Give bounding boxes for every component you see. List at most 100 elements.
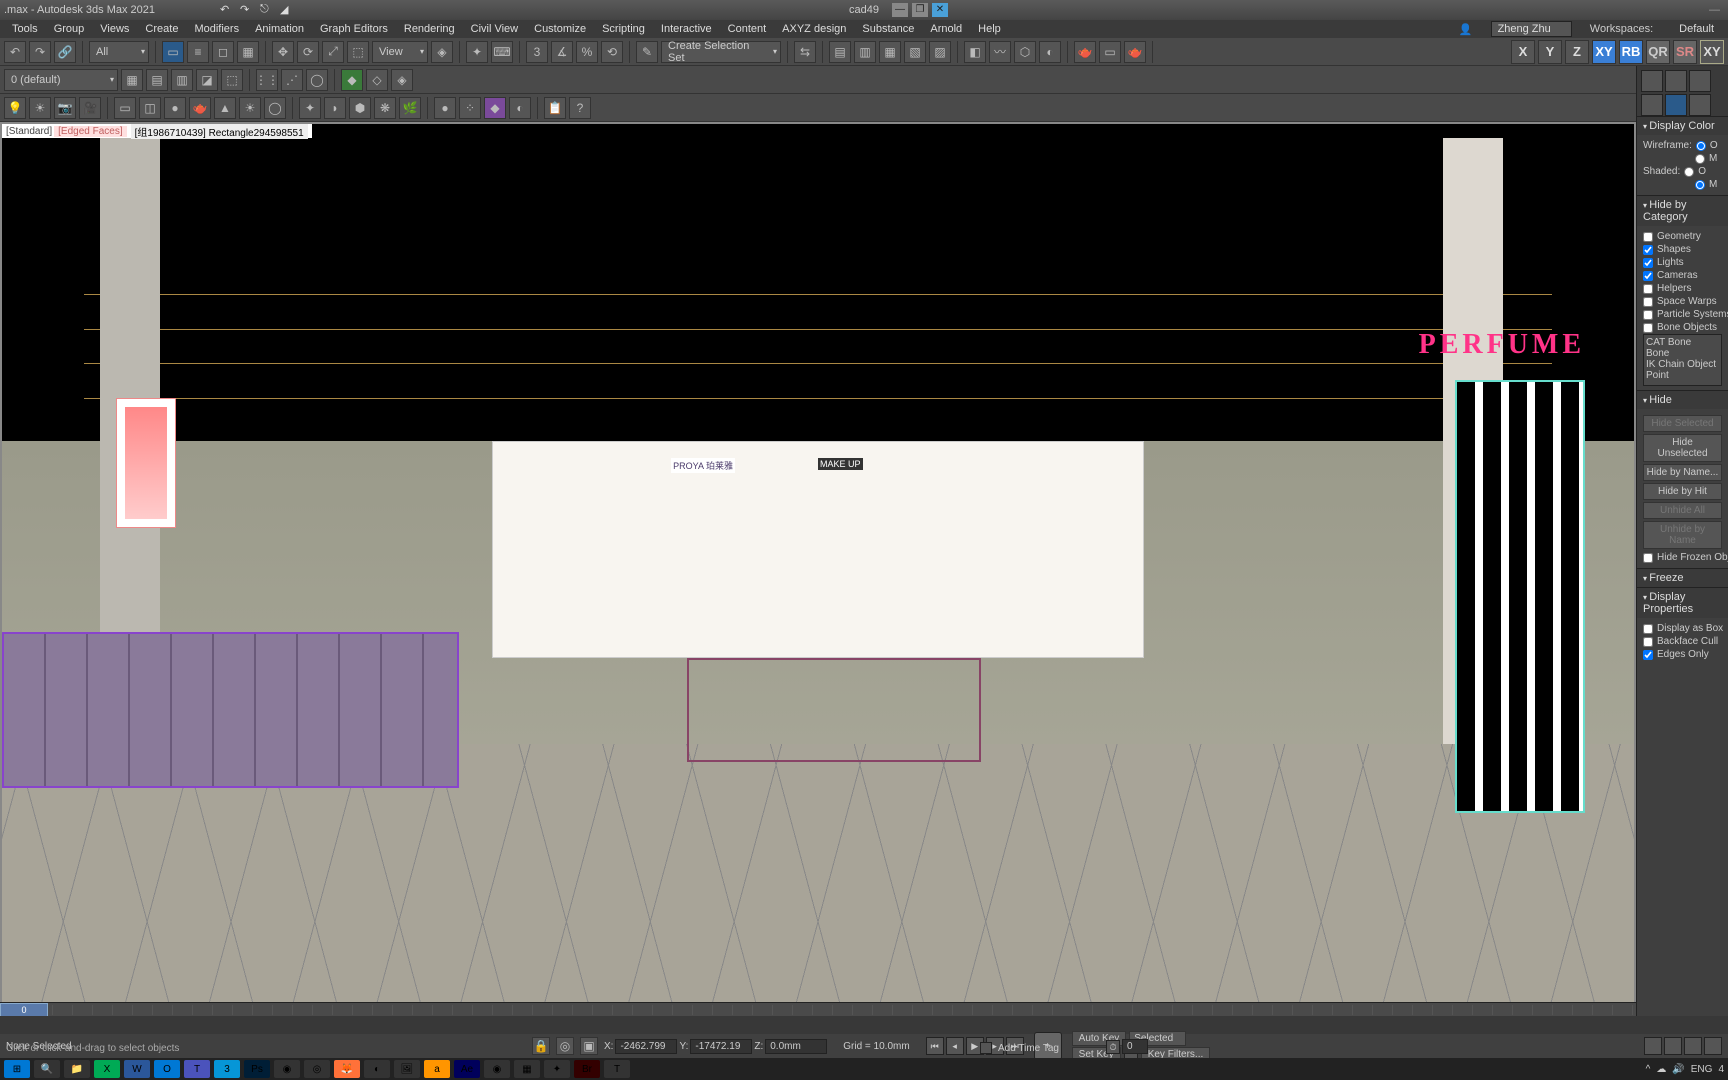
tray-chevron-icon[interactable]: ^ — [1646, 1064, 1651, 1075]
cb-bones[interactable] — [1643, 323, 1653, 333]
task-word-icon[interactable]: W — [124, 1060, 150, 1078]
schematic-button[interactable]: ⬡ — [1014, 41, 1036, 63]
prim-sun[interactable]: ☀ — [239, 97, 261, 119]
render-frame-button[interactable]: ▭ — [1099, 41, 1121, 63]
tab-motion-icon[interactable] — [1641, 94, 1663, 116]
qat-link-icon[interactable]: ⎋ — [260, 3, 274, 17]
menu-tools[interactable]: Tools — [4, 21, 46, 37]
menu-interactive[interactable]: Interactive — [653, 21, 720, 37]
menu-help[interactable]: Help — [970, 21, 1009, 37]
coord-z-value[interactable]: 0.0mm — [765, 1039, 827, 1054]
rotate-button[interactable]: ⟳ — [297, 41, 319, 63]
hide-by-name-button[interactable]: Hide by Name... — [1643, 464, 1722, 481]
link-button[interactable]: 🔗 — [54, 41, 76, 63]
task-ae-icon[interactable]: Ae — [454, 1060, 480, 1078]
align5-button[interactable]: ▨ — [929, 41, 951, 63]
pan-icon[interactable] — [1644, 1037, 1662, 1055]
iso-selection-icon[interactable]: ◎ — [556, 1037, 574, 1055]
cb-lights[interactable] — [1643, 258, 1653, 268]
task-firefox-icon[interactable]: 🦊 — [334, 1060, 360, 1078]
axis-y-button[interactable]: Y — [1538, 40, 1562, 64]
extra10[interactable]: 📋 — [544, 97, 566, 119]
task-app7-icon[interactable]: ✦ — [544, 1060, 570, 1078]
workspaces-dropdown[interactable]: Default — [1671, 21, 1722, 37]
snap-btn1[interactable]: ◆ — [341, 69, 363, 91]
qat-redo-icon[interactable]: ↷ — [240, 3, 254, 17]
extra2[interactable]: ◗ — [324, 97, 346, 119]
prim-teapot[interactable]: 🫖 — [189, 97, 211, 119]
layer-dropdown[interactable]: 0 (default) — [4, 69, 118, 91]
wireframe-obj-radio[interactable] — [1696, 141, 1706, 151]
menu-create[interactable]: Create — [137, 21, 186, 37]
layer-btn1[interactable]: ▦ — [121, 69, 143, 91]
menu-animation[interactable]: Animation — [247, 21, 312, 37]
menu-rendering[interactable]: Rendering — [396, 21, 463, 37]
menu-modifiers[interactable]: Modifiers — [186, 21, 247, 37]
coord-x-value[interactable]: -2462.799 — [615, 1039, 677, 1054]
spinner-snap-button[interactable]: ⟲ — [601, 41, 623, 63]
tray-time[interactable]: 4 — [1718, 1064, 1724, 1075]
qat-signal-icon[interactable]: ◢ — [280, 3, 294, 17]
start-button[interactable]: ⊞ — [4, 1060, 30, 1078]
goto-start-icon[interactable]: ⏮ — [926, 1037, 944, 1055]
scale-button[interactable]: ⤢ — [322, 41, 344, 63]
keyboard-shortcut-button[interactable]: ⌨ — [491, 41, 513, 63]
cb-display-as-box[interactable] — [1643, 624, 1653, 634]
axis-rb-button[interactable]: RB — [1619, 40, 1643, 64]
rect-region-button[interactable]: ◻ — [212, 41, 234, 63]
viewport-shading-label[interactable]: [Edged Faces] — [54, 126, 126, 137]
hide-selected-button[interactable]: Hide Selected — [1643, 415, 1722, 432]
track-bar[interactable] — [0, 1016, 1728, 1034]
render-setup-button[interactable]: 🫖 — [1074, 41, 1096, 63]
edit-named-sel-button[interactable]: ✎ — [636, 41, 658, 63]
time-tag-icon[interactable] — [980, 1042, 992, 1054]
menu-axyz[interactable]: AXYZ design — [774, 21, 854, 37]
wireframe-mat-radio[interactable] — [1695, 154, 1705, 164]
window-crossing-button[interactable]: ▦ — [237, 41, 259, 63]
rollout-hide[interactable]: Hide — [1637, 390, 1728, 409]
task-app2-icon[interactable]: ◎ — [304, 1060, 330, 1078]
prim-plane[interactable]: ▭ — [114, 97, 136, 119]
task-app4-icon[interactable]: 🖼 — [394, 1060, 420, 1078]
task-excel-icon[interactable]: X — [94, 1060, 120, 1078]
task-search-icon[interactable]: 🔍 — [34, 1060, 60, 1078]
menu-graph-editors[interactable]: Graph Editors — [312, 21, 396, 37]
align3-button[interactable]: ▦ — [879, 41, 901, 63]
light-btn1[interactable]: 💡 — [4, 97, 26, 119]
cb-edges-only[interactable] — [1643, 650, 1653, 660]
orbit-icon[interactable] — [1684, 1037, 1702, 1055]
task-3dsmax-icon[interactable]: 3 — [214, 1060, 240, 1078]
extra9[interactable]: ◐ — [509, 97, 531, 119]
task-br-icon[interactable]: Br — [574, 1060, 600, 1078]
prim-cone[interactable]: ▲ — [214, 97, 236, 119]
axis-qr-button[interactable]: QR — [1646, 40, 1670, 64]
category-list[interactable]: CAT Bone Bone IK Chain Object Point — [1643, 334, 1722, 386]
angle-snap-button[interactable]: ∡ — [551, 41, 573, 63]
move-button[interactable]: ✥ — [272, 41, 294, 63]
menu-civil-view[interactable]: Civil View — [463, 21, 526, 37]
rollout-display-properties[interactable]: Display Properties — [1637, 587, 1728, 618]
layer-btn4[interactable]: ◪ — [196, 69, 218, 91]
layer-btn3[interactable]: ▥ — [171, 69, 193, 91]
cb-helpers[interactable] — [1643, 284, 1653, 294]
tab-create-icon[interactable] — [1641, 70, 1663, 92]
extra3[interactable]: ⬢ — [349, 97, 371, 119]
align-button[interactable]: ▤ — [829, 41, 851, 63]
named-selection-dropdown[interactable]: Create Selection Set — [661, 41, 781, 63]
select-object-button[interactable]: ▭ — [162, 41, 184, 63]
extra6[interactable]: ● — [434, 97, 456, 119]
sel-lock-icon[interactable]: ▣ — [580, 1037, 598, 1055]
cb-particles[interactable] — [1643, 310, 1653, 320]
menu-views[interactable]: Views — [92, 21, 137, 37]
tray-volume-icon[interactable]: 🔊 — [1672, 1064, 1684, 1075]
hide-by-hit-button[interactable]: Hide by Hit — [1643, 483, 1722, 500]
viewport-label[interactable]: [Standard] [Edged Faces] [组1986710439] R… — [2, 124, 312, 138]
snap-btn2[interactable]: ◇ — [366, 69, 388, 91]
tab-hierarchy-icon[interactable] — [1689, 70, 1711, 92]
hide-unselected-button[interactable]: Hide Unselected — [1643, 434, 1722, 462]
task-ps-icon[interactable]: Ps — [244, 1060, 270, 1078]
user-dropdown[interactable]: Zheng Zhu — [1491, 21, 1572, 37]
pivot-button[interactable]: ◈ — [431, 41, 453, 63]
time-ruler[interactable] — [52, 1005, 1636, 1015]
qat-undo-icon[interactable]: ↶ — [220, 3, 234, 17]
